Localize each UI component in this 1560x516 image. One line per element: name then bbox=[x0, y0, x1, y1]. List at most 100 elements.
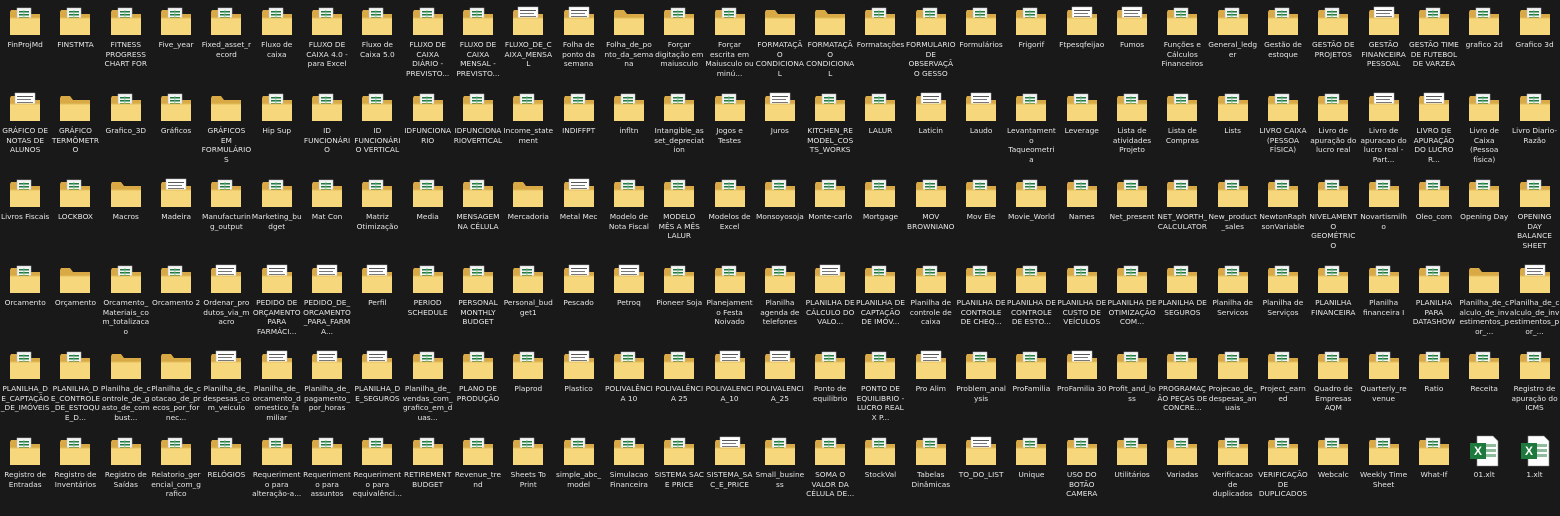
desktop-item[interactable]: Plaprod bbox=[503, 344, 553, 430]
desktop-item[interactable]: Planilha_de_controle_de_gasto_de_combust… bbox=[101, 344, 151, 430]
desktop-item[interactable]: GRÁFICO TERMÔMETRO bbox=[50, 86, 100, 172]
desktop-item[interactable]: Laticin bbox=[906, 86, 956, 172]
desktop-item[interactable]: General_ledger bbox=[1208, 0, 1258, 86]
desktop-item[interactable]: PLANILHA FINANCEIRA bbox=[1308, 258, 1358, 344]
desktop-item[interactable]: Ponto de equilibrio bbox=[805, 344, 855, 430]
desktop-item[interactable]: Lista de atividades Projeto bbox=[1107, 86, 1157, 172]
desktop-item[interactable]: Planilha_de_vendas_com_grafico_em_duas..… bbox=[403, 344, 453, 430]
desktop-item[interactable]: Variadas bbox=[1157, 430, 1207, 516]
desktop-item[interactable]: Matriz Otimização bbox=[352, 172, 402, 258]
desktop-item[interactable]: GESTÃO TIME DE FUTEBOL DE VARZEA bbox=[1409, 0, 1459, 86]
desktop-item[interactable]: GRÁFICO DE NOTAS DE ALUNOS bbox=[0, 86, 50, 172]
desktop-item[interactable]: Weekly Time Sheet bbox=[1358, 430, 1408, 516]
desktop-item[interactable]: POLIVALÊNCIA 10 bbox=[604, 344, 654, 430]
desktop-item[interactable]: PLANILHA_DE_CAPTAÇÃO_DE_IMÓVEIS bbox=[0, 344, 50, 430]
desktop-item[interactable]: infltn bbox=[604, 86, 654, 172]
desktop-item[interactable]: FLUXO DE CAIXA DIÁRIO - PREVISTO... bbox=[403, 0, 453, 86]
desktop-item[interactable]: New_product_sales bbox=[1208, 172, 1258, 258]
desktop-item[interactable]: Madeira bbox=[151, 172, 201, 258]
desktop-item[interactable]: Livro de Caixa (Pessoa física) bbox=[1459, 86, 1509, 172]
desktop-item[interactable]: RETIREMENT BUDGET bbox=[403, 430, 453, 516]
desktop-item[interactable]: Webcalc bbox=[1308, 430, 1358, 516]
desktop-item[interactable]: X 01.xlt bbox=[1459, 430, 1509, 516]
desktop-item[interactable]: Grafico_3D bbox=[101, 86, 151, 172]
desktop-item[interactable]: Unique bbox=[1006, 430, 1056, 516]
desktop-item[interactable]: PLANILHA DE CONTROLE DE CHEQ... bbox=[956, 258, 1006, 344]
desktop-item[interactable]: Pescado bbox=[553, 258, 603, 344]
desktop-item[interactable]: Registro de Saídas bbox=[101, 430, 151, 516]
desktop-item[interactable]: Lists bbox=[1208, 86, 1258, 172]
desktop-item[interactable]: Mercadoria bbox=[503, 172, 553, 258]
desktop-item[interactable]: Movie_World bbox=[1006, 172, 1056, 258]
desktop-item[interactable]: Orcamento bbox=[0, 258, 50, 344]
desktop-item[interactable]: Jogos e Testes bbox=[704, 86, 754, 172]
desktop-item[interactable]: Modelos de Excel bbox=[704, 172, 754, 258]
desktop-item[interactable]: Planilha de controle de caixa bbox=[906, 258, 956, 344]
desktop-item[interactable]: Orcamento 2 bbox=[151, 258, 201, 344]
desktop-item[interactable]: simple_abc_model bbox=[553, 430, 603, 516]
desktop-item[interactable]: Sheets To Print bbox=[503, 430, 553, 516]
desktop-item[interactable]: Net_present bbox=[1107, 172, 1157, 258]
desktop-item[interactable]: Revenue_trend bbox=[453, 430, 503, 516]
desktop-item[interactable]: Plastico bbox=[553, 344, 603, 430]
desktop-item[interactable]: Forçar escrita em Maiusculo ou minú... bbox=[704, 0, 754, 86]
desktop-item[interactable]: Planilha_de_cotacao_de_precos_por_fornec… bbox=[151, 344, 201, 430]
desktop-item[interactable]: Quadro de Empresas AQM bbox=[1308, 344, 1358, 430]
desktop-item[interactable]: Funções e Cálculos Financeiros bbox=[1157, 0, 1207, 86]
desktop-item[interactable]: Ftpesqfeijao bbox=[1057, 0, 1107, 86]
desktop-item[interactable]: Formulários bbox=[956, 0, 1006, 86]
desktop-item[interactable]: Registro de Inventários bbox=[50, 430, 100, 516]
desktop-item[interactable]: Relatorio_gerencial_com_grafico bbox=[151, 430, 201, 516]
desktop-item[interactable]: Oleo_com bbox=[1409, 172, 1459, 258]
desktop-item[interactable]: PERSONAL MONTHLY BUDGET bbox=[453, 258, 503, 344]
desktop-item[interactable]: Requerimento para equivalênci... bbox=[352, 430, 402, 516]
desktop-item[interactable]: TO_DO_LIST bbox=[956, 430, 1006, 516]
desktop-item[interactable]: Fixed_asset_record bbox=[201, 0, 251, 86]
desktop-item[interactable]: POLIVALÊNCIA 25 bbox=[654, 344, 704, 430]
desktop-item[interactable]: PLANILHA_DE_CONTROLE_DE_ESTOQUE_D... bbox=[50, 344, 100, 430]
desktop-item[interactable]: SISTEMA_SAC_E_PRICE bbox=[704, 430, 754, 516]
desktop-item[interactable]: X 1.xlt bbox=[1509, 430, 1559, 516]
desktop-item[interactable]: FITNESS PROGRESS CHART FOR bbox=[101, 0, 151, 86]
desktop-item[interactable]: Fumos bbox=[1107, 0, 1157, 86]
desktop-item[interactable]: GRÁFICOS EM FORMULÁRIOS bbox=[201, 86, 251, 172]
desktop-item[interactable]: SISTEMA SAC E PRICE bbox=[654, 430, 704, 516]
desktop-item[interactable]: NIVELAMENTO GEOMÉTRICO bbox=[1308, 172, 1358, 258]
desktop-item[interactable]: SOMA O VALOR DA CÉLULA DE... bbox=[805, 430, 855, 516]
desktop-item[interactable]: Planilha agenda de telefones bbox=[755, 258, 805, 344]
desktop-item[interactable]: Planilha financeira I bbox=[1358, 258, 1408, 344]
desktop-item[interactable]: Projecao_de_despesas_anuais bbox=[1208, 344, 1258, 430]
desktop-item[interactable]: Opening Day bbox=[1459, 172, 1509, 258]
desktop-item[interactable]: Pro Alim bbox=[906, 344, 956, 430]
desktop-item[interactable]: FLUXO_DE_CAIXA_MENSAL bbox=[503, 0, 553, 86]
desktop-item[interactable]: Folha de ponto da semana bbox=[553, 0, 603, 86]
desktop-item[interactable]: Gestão de estoque bbox=[1258, 0, 1308, 86]
desktop-item[interactable]: Small_business bbox=[755, 430, 805, 516]
desktop-item[interactable]: Project_earned bbox=[1258, 344, 1308, 430]
desktop-item[interactable]: Mortgage bbox=[855, 172, 905, 258]
desktop-item[interactable]: PLANILHA_DE_SEGUROS bbox=[352, 344, 402, 430]
desktop-item[interactable]: IDFUNCIONARIOVERTICAL bbox=[453, 86, 503, 172]
desktop-item[interactable]: Requerimento para alteração-a... bbox=[252, 430, 302, 516]
desktop-item[interactable]: Ratio bbox=[1409, 344, 1459, 430]
desktop-item[interactable]: FORMATAÇÃO CONDICIONAL bbox=[755, 0, 805, 86]
desktop-item[interactable]: FLUXO DE CAIXA MENSAL - PREVISTO... bbox=[453, 0, 503, 86]
desktop-item[interactable]: Grafico 3d bbox=[1509, 0, 1559, 86]
desktop-item[interactable]: MOV BROWNIANO bbox=[906, 172, 956, 258]
desktop-item[interactable]: Metal Mec bbox=[553, 172, 603, 258]
desktop-item[interactable]: Mat Con bbox=[302, 172, 352, 258]
desktop-item[interactable]: NewtonRaphsonVariable bbox=[1258, 172, 1308, 258]
desktop-item[interactable]: Planilha_de_orcamento_domestico_familiar bbox=[252, 344, 302, 430]
desktop-item[interactable]: Quarterly_revenue bbox=[1358, 344, 1408, 430]
desktop-item[interactable]: Lista de Compras bbox=[1157, 86, 1207, 172]
desktop-item[interactable]: FORMULARIO DE OBSERVAÇÃO GESSO bbox=[906, 0, 956, 86]
desktop-item[interactable]: MODELO MÊS A MÊS LALUR bbox=[654, 172, 704, 258]
desktop-item[interactable]: Verificacao de duplicados bbox=[1208, 430, 1258, 516]
desktop-item[interactable]: Fluxo de caixa bbox=[252, 0, 302, 86]
desktop-item[interactable]: Intangible_asset_depreciation bbox=[654, 86, 704, 172]
desktop-item[interactable]: Forçar digitação em maiusculo bbox=[654, 0, 704, 86]
desktop-item[interactable]: Registro de apuração do ICMS bbox=[1509, 344, 1559, 430]
desktop-item[interactable]: Livro de apuracao do lucro real - Part..… bbox=[1358, 86, 1408, 172]
desktop-item[interactable]: Perfil bbox=[352, 258, 402, 344]
desktop-item[interactable]: Orçamento bbox=[50, 258, 100, 344]
